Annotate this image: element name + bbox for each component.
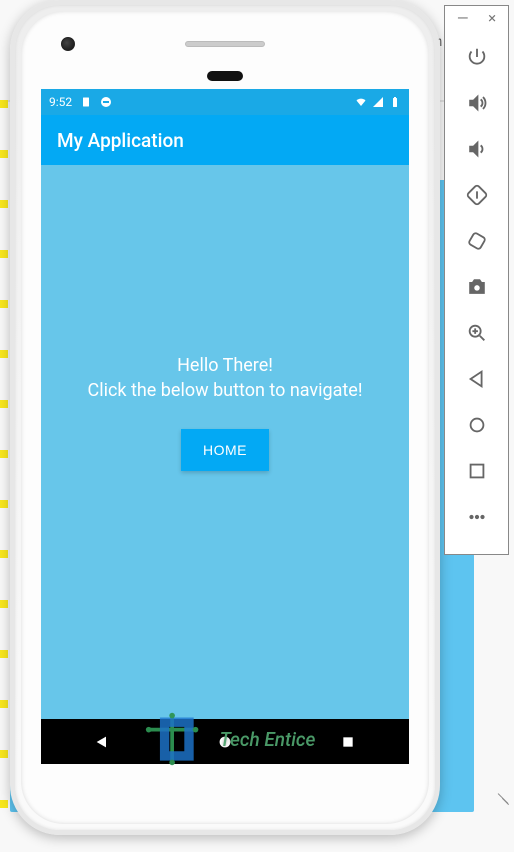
instruction-text: Click the below button to navigate!	[88, 380, 363, 401]
zoom-button[interactable]	[445, 310, 508, 356]
status-time: 9:52	[49, 95, 72, 109]
battery-icon	[389, 96, 401, 108]
app-content: Hello There! Click the below button to n…	[41, 165, 409, 719]
emu-home-button[interactable]	[445, 402, 508, 448]
app-title: My Application	[57, 129, 184, 152]
emu-back-button[interactable]	[445, 356, 508, 402]
resize-grip	[493, 784, 511, 802]
emu-overview-button[interactable]	[445, 448, 508, 494]
phone-camera	[61, 37, 75, 51]
nav-back-icon[interactable]	[94, 734, 110, 750]
volume-down-button[interactable]	[445, 126, 508, 172]
android-nav-bar	[41, 719, 409, 764]
android-status-bar: 9:52	[41, 89, 409, 115]
emulator-toolbar: — ×	[444, 5, 509, 555]
app-action-bar: My Application	[41, 115, 409, 165]
notification-icon	[80, 96, 92, 108]
wifi-icon	[355, 96, 367, 108]
home-button[interactable]: HOME	[181, 429, 269, 471]
hello-text: Hello There!	[177, 355, 273, 376]
phone-screen: 9:52 My Application Hello There! Click t…	[41, 89, 409, 764]
nav-home-icon[interactable]	[217, 734, 233, 750]
phone-sensor-pill	[207, 71, 243, 81]
minimize-button[interactable]: —	[457, 11, 469, 26]
volume-up-button[interactable]	[445, 80, 508, 126]
cell-signal-icon	[372, 96, 384, 108]
nav-recents-icon[interactable]	[340, 734, 356, 750]
screenshot-button[interactable]	[445, 264, 508, 310]
power-button[interactable]	[445, 34, 508, 80]
more-button[interactable]	[445, 494, 508, 540]
phone-frame: 9:52 My Application Hello There! Click t…	[10, 0, 440, 835]
close-button[interactable]: ×	[488, 11, 496, 26]
app-badge-icon	[100, 96, 112, 108]
rotate-left-button[interactable]	[445, 172, 508, 218]
rotate-right-button[interactable]	[445, 218, 508, 264]
phone-speaker	[185, 41, 265, 47]
